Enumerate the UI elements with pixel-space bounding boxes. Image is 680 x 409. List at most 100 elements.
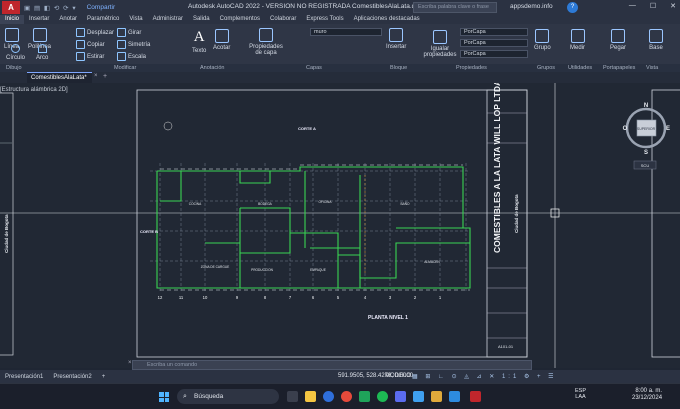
axis-label: 1 <box>439 295 442 300</box>
paste-button[interactable]: Pegar <box>610 29 626 51</box>
user-account[interactable]: appsdemo.info <box>510 3 553 10</box>
panel-anotacion[interactable]: Anotación <box>200 64 224 72</box>
file-explorer-icon[interactable] <box>305 391 316 402</box>
tab-colaborar[interactable]: Colaborar <box>265 15 301 24</box>
tab-administrar[interactable]: Administrar <box>148 15 188 24</box>
layout-tab-2[interactable]: Presentación2 <box>48 374 96 380</box>
arc-tool[interactable]: Arco <box>36 44 48 61</box>
panel-bloque[interactable]: Bloque <box>390 64 407 72</box>
maximize-button[interactable]: ☐ <box>650 2 656 10</box>
axis-label: 11 <box>179 295 184 300</box>
new-tab-button[interactable]: + <box>103 73 107 80</box>
document-tabs: ComestiblesAlaLata* × + <box>0 72 680 83</box>
teams-icon[interactable] <box>395 391 406 402</box>
ribbon-tabs: Inicio Insertar Anotar Paramétrico Vista… <box>0 15 680 24</box>
search-icon: ⌕ <box>183 393 187 400</box>
match-properties-button[interactable]: Igualar propiedades <box>423 30 457 58</box>
sheet-border <box>136 89 528 358</box>
windows-start-icon[interactable] <box>159 392 169 402</box>
insert-block-button[interactable]: Insertar <box>386 28 406 50</box>
linetype-dropdown[interactable]: PorCapa <box>460 39 528 47</box>
scale-tool[interactable]: Escala <box>117 52 146 61</box>
annotation-scale[interactable]: 1:1 <box>502 374 519 380</box>
sheet-number: A101-01 <box>498 344 514 349</box>
panel-utilidades[interactable]: Utilidades <box>568 64 592 72</box>
task-view-icon[interactable] <box>287 391 298 402</box>
layer-properties-button[interactable]: Propiedades de capa <box>249 28 283 56</box>
panel-portapapeles[interactable]: Portapapeles <box>603 64 635 72</box>
viewport-controls[interactable]: [Estructura alámbrica 2D] <box>0 87 68 93</box>
base-button[interactable]: Base <box>649 29 663 51</box>
lineweight-dropdown[interactable]: PorCapa <box>460 50 528 58</box>
drawing-svg: COCINA BODEGA OFICINA BAÑO ZONA DE CARGU… <box>0 83 680 368</box>
copy-tool[interactable]: Copiar <box>76 40 105 49</box>
polyline-icon <box>32 28 47 42</box>
panel-propiedades[interactable]: Propiedades <box>456 64 487 72</box>
tab-complementos[interactable]: Complementos <box>215 15 265 24</box>
text-tool[interactable]: A Texto <box>192 29 206 54</box>
circle-tool[interactable]: Círculo <box>6 44 25 61</box>
panel-vista[interactable]: Vista <box>646 64 658 72</box>
ribbon-panel-labels: Dibujo Modificar Anotación Capas Bloque … <box>0 64 680 72</box>
mirror-icon <box>117 40 126 49</box>
move-tool[interactable]: Desplazar <box>76 28 114 37</box>
help-icon[interactable]: ? <box>567 2 578 13</box>
help-search-input[interactable]: Escriba palabra clave o frase <box>413 2 497 13</box>
axis-label: 9 <box>236 295 239 300</box>
panel-dibujo[interactable]: Dibujo <box>6 64 22 72</box>
mail-icon[interactable] <box>413 391 424 402</box>
match-properties-icon <box>433 30 447 44</box>
tab-parametrico[interactable]: Paramétrico <box>82 15 124 24</box>
tab-insertar[interactable]: Insertar <box>24 15 54 24</box>
tab-vista[interactable]: Vista <box>124 15 147 24</box>
spotify-icon[interactable] <box>377 391 388 402</box>
wcs-label: SCU <box>641 163 650 168</box>
chrome-icon[interactable] <box>341 391 352 402</box>
layout-tab-1[interactable]: Presentación1 <box>0 374 48 380</box>
close-window-button[interactable]: ✕ <box>670 2 676 10</box>
drawing-canvas[interactable]: COCINA BODEGA OFICINA BAÑO ZONA DE CARGU… <box>0 83 680 368</box>
title-bar: A ▣ ▤ ◧ ⟲ ⟳ ▾ Compartir Autodesk AutoCAD… <box>0 0 680 15</box>
document-tab[interactable]: ComestiblesAlaLata* <box>27 72 92 83</box>
autocad-logo-button[interactable]: A <box>2 1 20 14</box>
store-icon[interactable] <box>359 391 370 402</box>
command-line-input[interactable]: Escriba un comando <box>132 360 532 370</box>
add-layout-button[interactable]: + <box>97 374 111 380</box>
tab-aplicaciones[interactable]: Aplicaciones destacadas <box>349 15 425 24</box>
command-close-icon[interactable]: × <box>128 360 132 366</box>
model-space-button[interactable]: MODELO <box>385 373 411 379</box>
panel-capas[interactable]: Capas <box>306 64 322 72</box>
minimize-button[interactable]: — <box>629 2 636 10</box>
color-dropdown[interactable]: PorCapa <box>460 28 528 36</box>
share-button[interactable]: Compartir <box>87 4 116 11</box>
panel-grupos[interactable]: Grupos <box>537 64 555 72</box>
panel-modificar[interactable]: Modificar <box>114 64 136 72</box>
close-tab-icon[interactable]: × <box>94 73 98 79</box>
photos-icon[interactable] <box>449 391 460 402</box>
rotate-tool[interactable]: Girar <box>117 28 141 37</box>
tab-inicio[interactable]: Inicio <box>0 15 25 24</box>
axis-label: 8 <box>264 295 267 300</box>
group-button[interactable]: Grupo <box>534 29 551 51</box>
autocad-taskbar-icon[interactable] <box>470 391 481 402</box>
axis-label: 5 <box>337 295 340 300</box>
viewcube[interactable]: SUPERIOR N S E O SCU <box>623 103 670 170</box>
layer-properties-icon <box>259 28 273 42</box>
tab-anotar[interactable]: Anotar <box>54 15 82 24</box>
axis-label: 6 <box>312 295 315 300</box>
taskbar-search[interactable]: ⌕ Búsqueda <box>177 389 279 404</box>
dimension-tool[interactable]: Acotar <box>213 29 230 51</box>
app-icon[interactable] <box>431 391 442 402</box>
tab-express-tools[interactable]: Express Tools <box>301 15 348 24</box>
language-indicator[interactable]: ESP LAA <box>575 388 586 400</box>
quick-access-toolbar[interactable]: ▣ ▤ ◧ ⟲ ⟳ ▾ <box>24 4 77 12</box>
measure-button[interactable]: Medir <box>570 29 585 51</box>
mirror-tool[interactable]: Simetría <box>117 40 150 49</box>
paste-icon <box>611 29 625 43</box>
stretch-tool[interactable]: Estirar <box>76 52 104 61</box>
tab-salida[interactable]: Salida <box>188 15 215 24</box>
layer-dropdown[interactable]: muro <box>310 28 382 36</box>
status-bar-toggles[interactable]: ▦ ⊞ ∟ ⊙ ◬ ⊿ ✕ 1:1 ⚙ + ☰ <box>412 373 557 380</box>
edge-icon[interactable] <box>323 391 334 402</box>
system-clock[interactable]: 8:00 a. m. 23/12/2024 <box>632 388 662 402</box>
